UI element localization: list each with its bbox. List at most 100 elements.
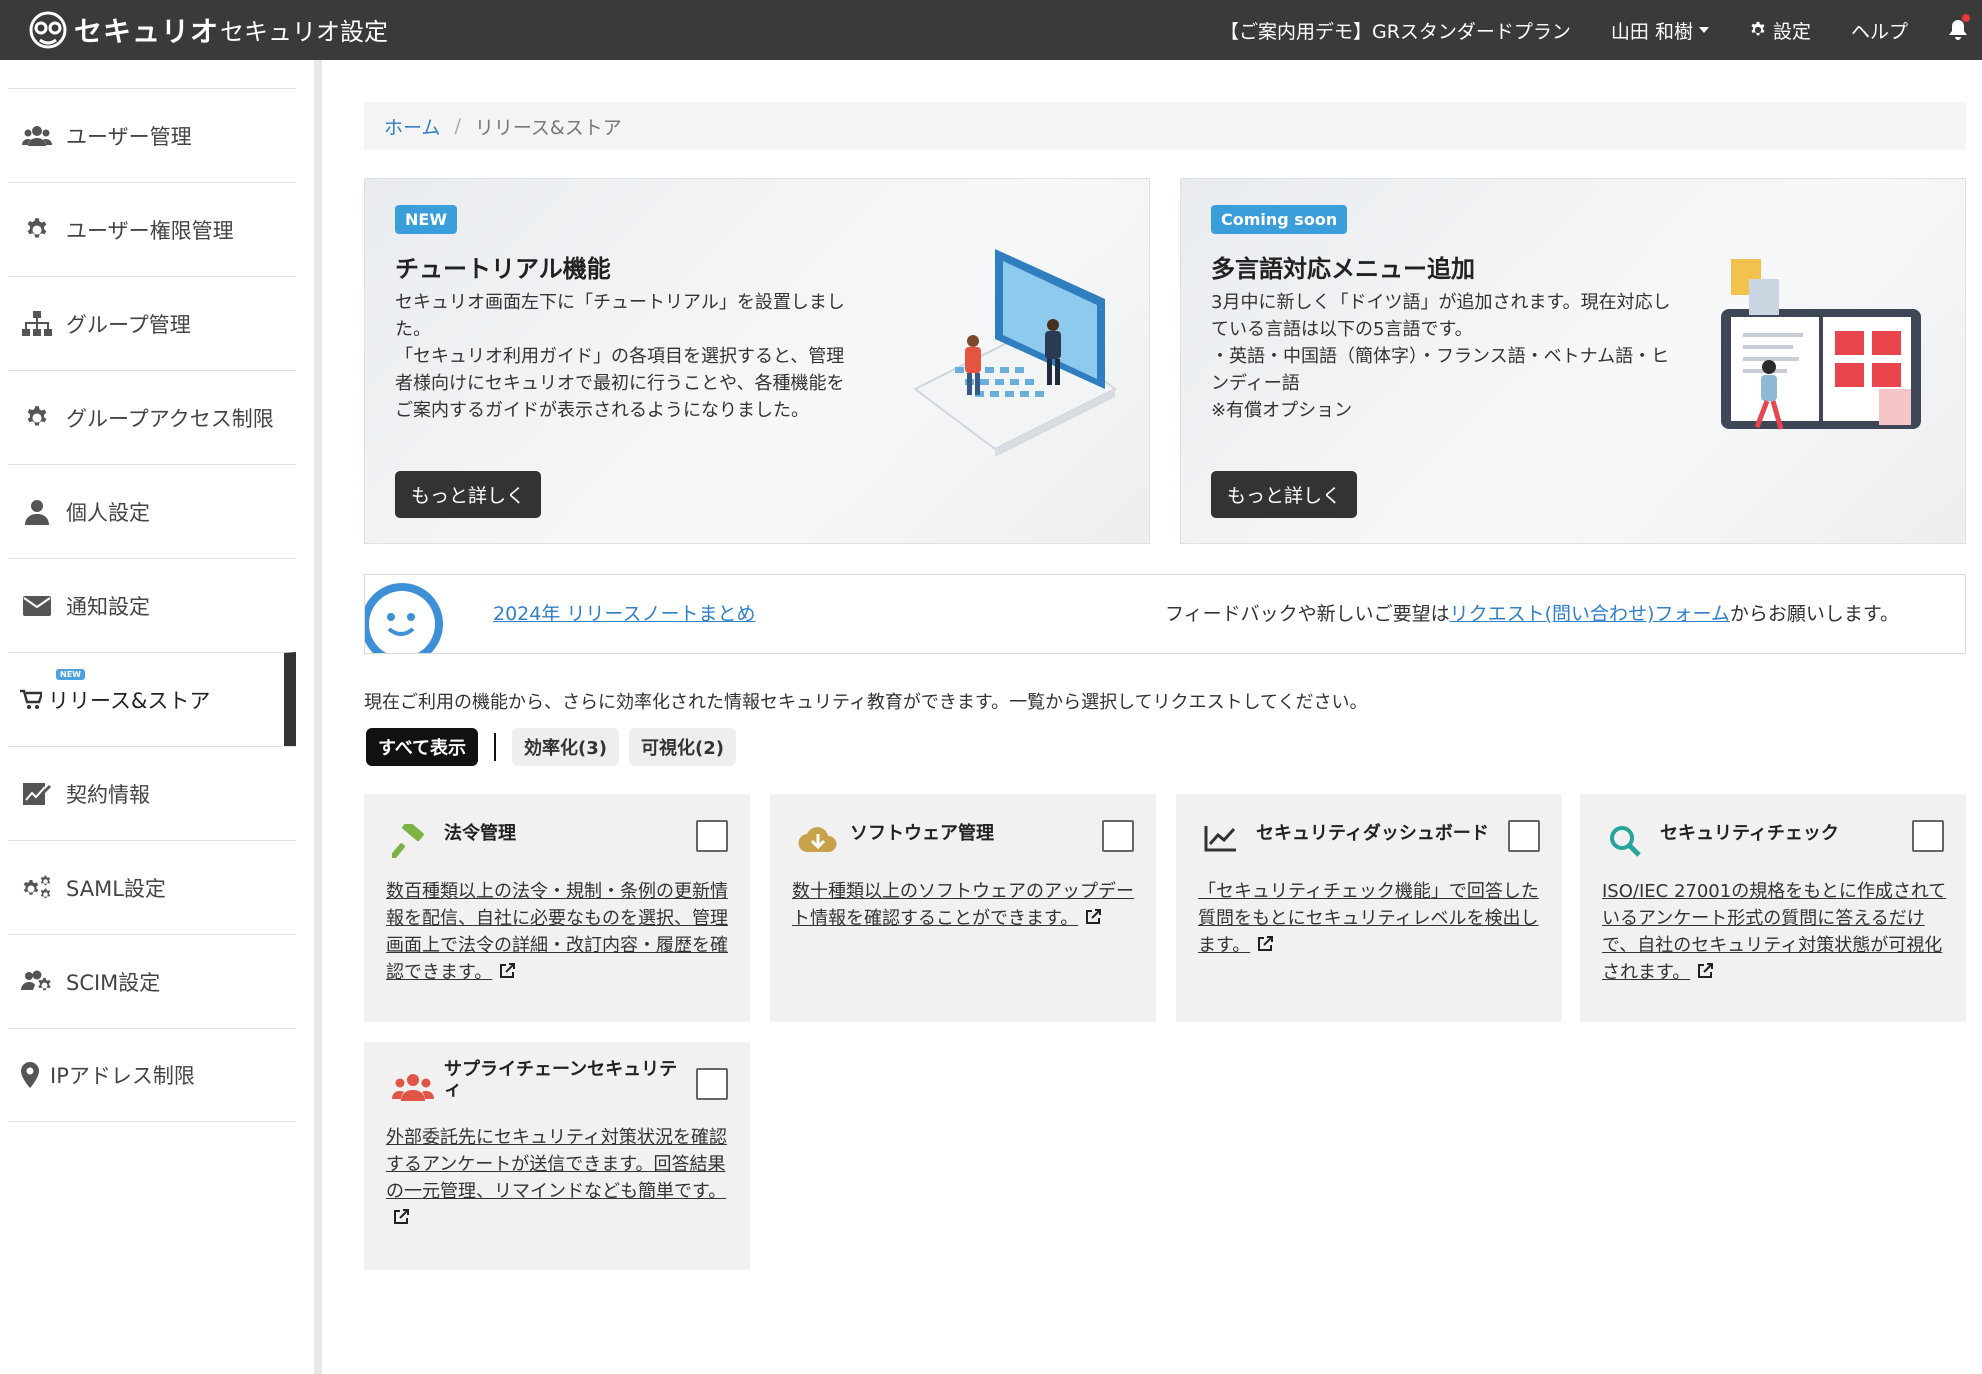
card-description[interactable]: 数十種類以上のソフトウェアのアップデート情報を確認することができます。 — [792, 878, 1138, 932]
sidebar: ユーザー管理 ユーザー権限管理 グループ管理 グループアクセス制限 個人設定 通… — [0, 60, 322, 1374]
sidebar-item-label: SCIM設定 — [66, 970, 161, 995]
sidebar-item-group-access[interactable]: グループアクセス制限 — [8, 370, 296, 464]
new-badge: NEW — [56, 669, 85, 680]
sidebar-item-users[interactable]: ユーザー管理 — [8, 88, 296, 182]
promo-title: チュートリアル機能 — [395, 255, 611, 283]
filter-divider — [494, 733, 497, 761]
filter-all[interactable]: すべて表示 — [366, 728, 479, 766]
notification-bell[interactable] — [1948, 14, 1970, 41]
sidebar-item-personal[interactable]: 個人設定 — [8, 464, 296, 558]
logo-icon — [29, 11, 67, 49]
envelope-icon — [20, 595, 54, 616]
card-checkbox[interactable] — [696, 1068, 728, 1100]
new-badge: NEW — [395, 205, 457, 234]
card-title: サプライチェーンセキュリティ — [444, 1059, 678, 1100]
settings-label: 設定 — [1772, 20, 1811, 43]
card-title: 法令管理 — [444, 823, 516, 844]
feedback-suffix: からお願いします。 — [1729, 603, 1899, 625]
sidebar-item-label: ユーザー管理 — [66, 124, 192, 149]
gear-icon — [20, 217, 54, 243]
bell-icon — [1949, 20, 1967, 40]
chart-line-icon — [1204, 826, 1236, 852]
store-intro-text: 現在ご利用の機能から、さらに効率化された情報セキュリティ教育ができます。一覧から… — [364, 692, 1368, 713]
cart-icon — [20, 689, 42, 711]
top-bar: セキュリオ セキュリオ設定 【ご案内用デモ】GRスタンダードプラン 山田 和樹 … — [0, 0, 1982, 60]
breadcrumb: ホーム / リリース&ストア — [364, 102, 1966, 150]
promo-card-multilanguage: Coming soon 多言語対応メニュー追加 3月中に新しく「ドイツ語」が追加… — [1180, 178, 1966, 544]
gear-icon — [1751, 21, 1765, 36]
sidebar-item-label: 通知設定 — [66, 594, 150, 619]
card-checkbox[interactable] — [1102, 820, 1134, 852]
users-icon — [392, 1074, 434, 1101]
request-form-link[interactable]: リクエスト(問い合わせ)フォーム — [1450, 603, 1730, 625]
card-checkbox[interactable] — [1912, 820, 1944, 852]
feature-card-law-management: 法令管理 数百種類以上の法令・規制・条例の更新情報を配信、自社に必要なものを選択… — [364, 794, 750, 1022]
release-notes-link[interactable]: 2024年 リリースノートまとめ — [493, 599, 755, 626]
feature-card-software-management: ソフトウェア管理 数十種類以上のソフトウェアのアップデート情報を確認することがで… — [770, 794, 1156, 1022]
card-description[interactable]: ISO/IEC 27001の規格をもとに作成されているアンケート形式の質問に答え… — [1602, 878, 1948, 986]
filter-efficiency[interactable]: 効率化(3) — [512, 728, 620, 766]
sidebar-item-saml[interactable]: SAML設定 — [8, 840, 296, 934]
gear-icon — [20, 405, 54, 431]
user-icon — [20, 499, 54, 525]
sidebar-item-label: 契約情報 — [66, 782, 150, 807]
settings-menu[interactable]: 設定 — [1749, 17, 1811, 44]
feature-card-security-check: セキュリティチェック ISO/IEC 27001の規格をもとに作成されているアン… — [1580, 794, 1966, 1022]
users-gear-icon — [20, 970, 54, 994]
app-logo[interactable]: セキュリオ — [28, 8, 219, 52]
coming-soon-badge: Coming soon — [1211, 205, 1348, 234]
gears-icon — [20, 875, 54, 901]
contract-chart-icon — [20, 781, 54, 807]
search-icon — [1610, 826, 1641, 857]
external-link-icon — [500, 963, 516, 978]
card-title: セキュリティダッシュボード — [1256, 823, 1489, 844]
caret-down-icon — [1698, 27, 1709, 33]
help-link[interactable]: ヘルプ — [1851, 17, 1908, 44]
external-link-icon — [1258, 936, 1274, 951]
sidebar-item-label: グループアクセス制限 — [66, 406, 274, 431]
breadcrumb-separator: / — [454, 115, 461, 137]
more-details-button[interactable]: もっと詳しく — [1211, 471, 1358, 518]
notification-dot — [1962, 14, 1970, 22]
filter-visualization[interactable]: 可視化(2) — [629, 728, 736, 766]
sidebar-item-user-permissions[interactable]: ユーザー権限管理 — [8, 182, 296, 276]
user-menu[interactable]: 山田 和樹 — [1611, 17, 1709, 44]
card-description[interactable]: 数百種類以上の法令・規制・条例の更新情報を配信、自社に必要なものを選択、管理画面… — [386, 878, 732, 986]
logo-text: セキュリオ — [74, 15, 220, 48]
more-details-button[interactable]: もっと詳しく — [395, 471, 542, 518]
sidebar-item-label: ユーザー権限管理 — [66, 218, 234, 243]
sidebar-item-scim[interactable]: SCIM設定 — [8, 934, 296, 1028]
promo-description: 3月中に新しく「ドイツ語」が追加されます。現在対応している言語は以下の5言語です… — [1211, 292, 1671, 421]
sidebar-item-notifications[interactable]: 通知設定 — [8, 558, 296, 652]
top-right-menu: 【ご案内用デモ】GRスタンダードプラン 山田 和樹 設定 ヘルプ — [1180, 0, 1982, 60]
sidebar-item-contract[interactable]: 契約情報 — [8, 746, 296, 840]
users-icon — [20, 125, 54, 147]
sitemap-icon — [20, 310, 54, 337]
card-title: ソフトウェア管理 — [850, 823, 994, 844]
laptop-illustration — [913, 249, 1117, 457]
user-name: 山田 和樹 — [1610, 20, 1693, 43]
feedback-text: フィードバックや新しいご要望はリクエスト(問い合わせ)フォームからお願いします。 — [1165, 599, 1899, 626]
promo-title: 多言語対応メニュー追加 — [1211, 255, 1475, 283]
mascot-face-icon — [365, 583, 443, 653]
sidebar-item-groups[interactable]: グループ管理 — [8, 276, 296, 370]
feature-card-security-dashboard: セキュリティダッシュボード 「セキュリティチェック機能」で回答した質問をもとにセ… — [1176, 794, 1562, 1022]
card-description[interactable]: 「セキュリティチェック機能」で回答した質問をもとにセキュリティレベルを検出します… — [1198, 878, 1544, 959]
feature-card-supply-chain-security: サプライチェーンセキュリティ 外部委託先にセキュリティ対策状況を確認するアンケー… — [364, 1042, 750, 1270]
card-checkbox[interactable] — [696, 820, 728, 852]
breadcrumb-home-link[interactable]: ホーム — [384, 113, 440, 140]
filter-bar: すべて表示 効率化(3) 可視化(2) — [366, 728, 736, 766]
sidebar-item-label: IPアドレス制限 — [50, 1064, 195, 1088]
sidebar-item-release-store[interactable]: NEW リリース&ストア — [8, 652, 296, 746]
external-link-icon — [1698, 963, 1714, 978]
promo-description: セキュリオ画面左下に「チュートリアル」を設置しました。 「セキュリオ利用ガイド」… — [395, 292, 845, 421]
breadcrumb-current: リリース&ストア — [474, 116, 622, 139]
sidebar-item-label: 個人設定 — [66, 500, 150, 525]
sidebar-item-ip-restriction[interactable]: IPアドレス制限 — [8, 1028, 296, 1122]
card-description[interactable]: 外部委託先にセキュリティ対策状況を確認するアンケートが送信できます。回答結果の一… — [386, 1124, 732, 1232]
card-checkbox[interactable] — [1508, 820, 1540, 852]
external-link-icon — [394, 1209, 409, 1224]
book-language-illustration — [1721, 259, 1921, 430]
release-notice-bar: 2024年 リリースノートまとめ フィードバックや新しいご要望はリクエスト(問い… — [364, 574, 1966, 654]
sidebar-item-label: グループ管理 — [66, 312, 191, 337]
